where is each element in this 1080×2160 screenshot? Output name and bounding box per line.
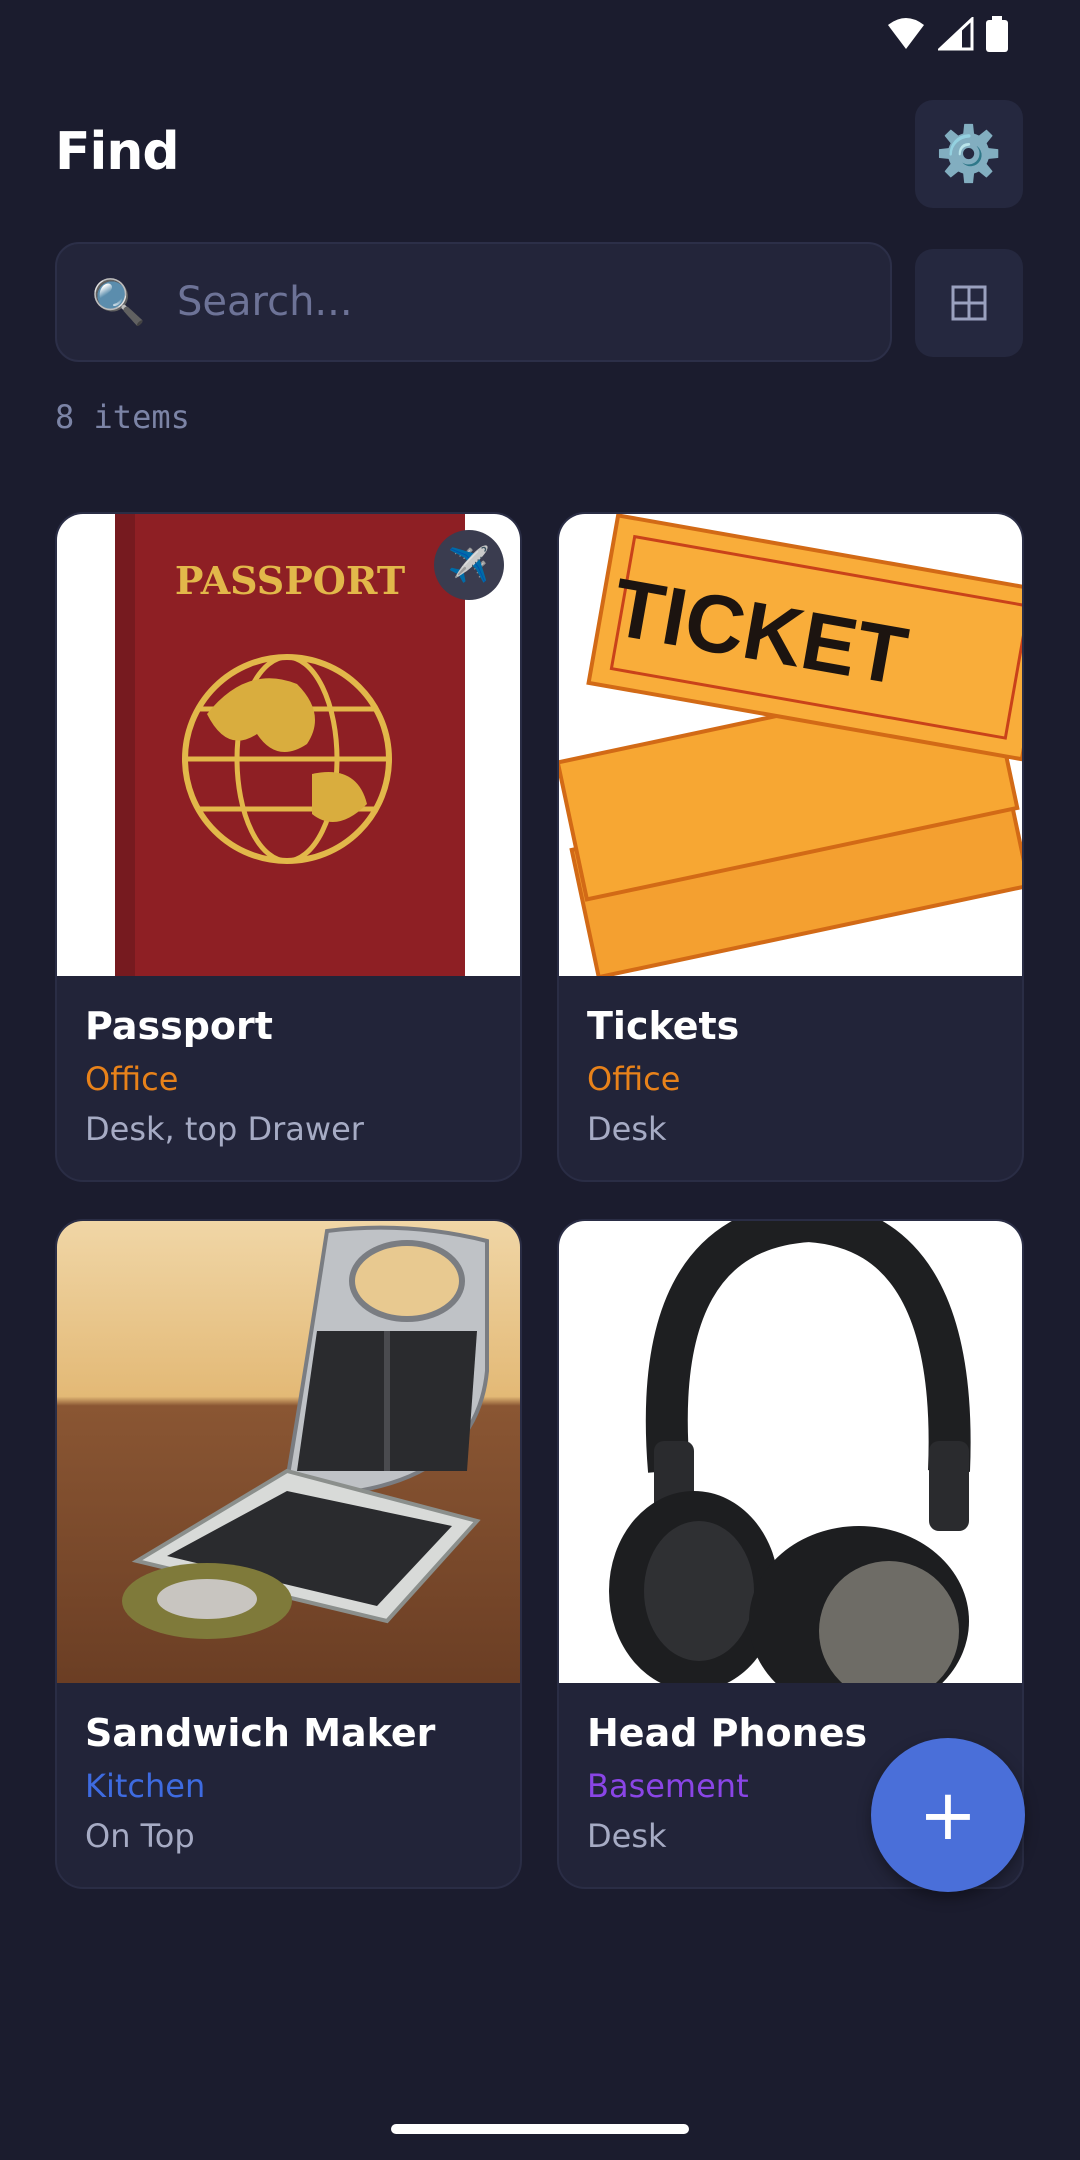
item-name: Tickets — [587, 1004, 740, 1048]
item-card-sandwich-maker[interactable]: Sandwich Maker Kitchen On Top — [55, 1219, 522, 1889]
item-spot: Desk — [587, 1110, 667, 1148]
item-name: Sandwich Maker — [85, 1711, 436, 1755]
item-room: Office — [587, 1060, 681, 1098]
add-item-button[interactable]: + — [871, 1738, 1025, 1892]
search-bar[interactable]: 🔍 Search... — [55, 242, 892, 362]
view-toggle-button[interactable] — [915, 249, 1023, 357]
grid-view-icon — [951, 285, 987, 321]
sandwich-maker-image — [57, 1221, 520, 1683]
headphones-image — [559, 1221, 1022, 1683]
item-count: 8 items — [55, 398, 190, 436]
search-input[interactable]: Search... — [177, 279, 353, 325]
tickets-image: TICKET — [559, 514, 1022, 976]
item-spot: On Top — [85, 1817, 195, 1855]
item-spot: Desk, top Drawer — [85, 1110, 364, 1148]
svg-text:PASSPORT: PASSPORT — [175, 558, 405, 603]
item-name: Passport — [85, 1004, 273, 1048]
item-card-tickets[interactable]: TICKET Tickets Office Desk — [557, 512, 1024, 1182]
item-card-passport[interactable]: PASSPORT ✈️ Passport Office Desk, top Dr… — [55, 512, 522, 1182]
item-room: Office — [85, 1060, 179, 1098]
signal-icon — [938, 17, 974, 51]
status-bar — [886, 14, 1008, 54]
item-spot: Desk — [587, 1817, 667, 1855]
search-icon: 🔍 — [91, 277, 146, 328]
wifi-icon — [888, 18, 924, 49]
item-name: Head Phones — [587, 1711, 868, 1755]
settings-button[interactable]: ⚙️ — [915, 100, 1023, 208]
item-room: Basement — [587, 1767, 749, 1805]
item-room: Kitchen — [85, 1767, 206, 1805]
airplane-icon: ✈️ — [434, 530, 504, 600]
page-title: Find — [55, 122, 180, 182]
gear-icon: ⚙️ — [935, 122, 1003, 185]
home-indicator[interactable] — [391, 2124, 689, 2134]
battery-icon — [986, 16, 1008, 52]
